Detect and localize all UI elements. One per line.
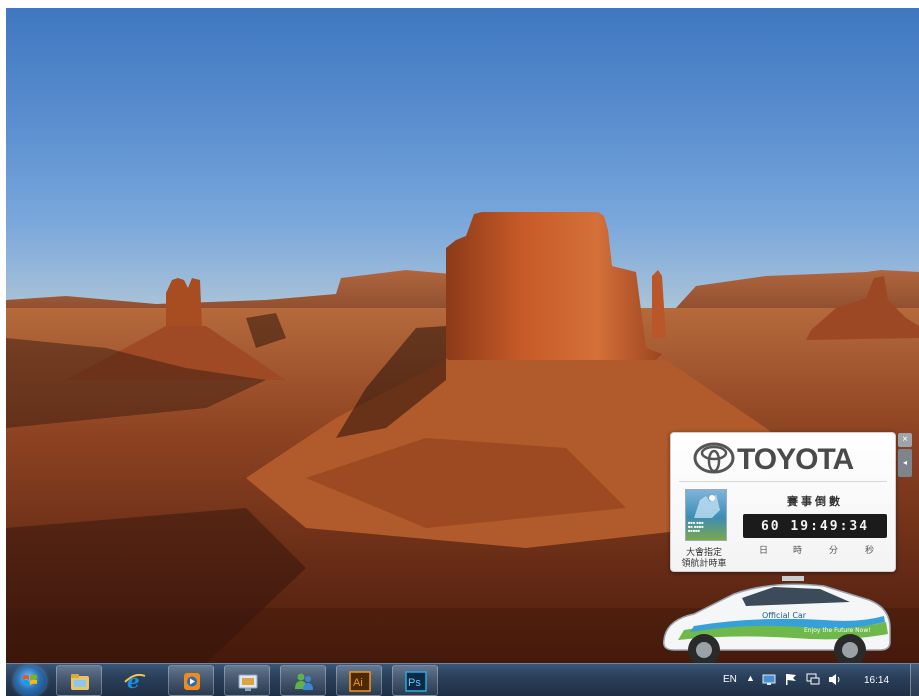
taskbar-illustrator[interactable]: Ai — [336, 665, 382, 696]
marathon-logo-badge: ■■■ ■■■ ■■ ■■■■ ■■■■■ — [685, 489, 727, 541]
countdown-hours-label: 時 — [793, 546, 803, 556]
toyota-countdown-gadget[interactable]: TOYOTA ■■■ ■■■ ■■ ■■■■ ■■■■■ 大會指定 領航計時車 賽事… — [670, 432, 896, 572]
windows-orb-icon — [23, 674, 37, 685]
action-center-flag-icon[interactable] — [784, 673, 798, 686]
illustrator-label: Ai — [353, 677, 363, 689]
network-tray-icon[interactable] — [806, 673, 820, 686]
taskbar-windows-live-messenger[interactable] — [280, 665, 326, 696]
toyota-emblem-icon — [693, 442, 735, 474]
start-button[interactable] — [14, 666, 46, 696]
show-hidden-icons-button[interactable]: ▲ — [746, 673, 755, 683]
show-desktop-button[interactable] — [910, 664, 919, 696]
divider — [679, 481, 887, 482]
countdown-days-label: 日 — [759, 546, 769, 556]
countdown-display: 60 19:49:34 — [743, 514, 887, 538]
taskbar-photoshop[interactable]: Ps — [392, 665, 438, 696]
language-indicator[interactable]: EN — [723, 674, 737, 685]
toyota-brand-text: TOYOTA — [737, 443, 854, 476]
desktop: TOYOTA ■■■ ■■■ ■■ ■■■■ ■■■■■ 大會指定 領航計時車 賽事… — [6, 8, 919, 696]
illustrator-icon: Ai — [349, 671, 371, 692]
sponsor-caption-line-2: 領航計時車 — [681, 559, 727, 569]
gadget-options-button[interactable]: ◂ — [898, 449, 912, 477]
countdown-value: 60 19:49:34 — [760, 518, 870, 534]
internet-explorer-icon: e — [124, 670, 146, 691]
car-decal-text: Official Car — [762, 611, 807, 620]
tray-clock[interactable]: 16:14 — [864, 675, 889, 686]
svg-text:e: e — [127, 670, 140, 691]
marathon-badge-graphic: ■■■ ■■■ ■■ ■■■■ ■■■■■ — [688, 520, 704, 533]
volume-icon[interactable] — [828, 673, 842, 686]
taskbar-media-player[interactable] — [168, 665, 214, 696]
official-car-image: Official Car Enjoy the Future Now! — [662, 576, 891, 666]
photoshop-icon: Ps — [405, 671, 427, 692]
gadget-slideshow-icon — [238, 674, 258, 691]
windows-explorer-icon — [71, 674, 89, 690]
gadget-close-button[interactable]: × — [898, 433, 912, 447]
media-player-icon — [184, 673, 200, 690]
countdown-title: 賽事倒數 — [787, 495, 843, 508]
taskbar-gadget-slideshow[interactable] — [224, 665, 270, 696]
toyota-logo: TOYOTA — [693, 441, 873, 477]
taskbar-internet-explorer[interactable]: e — [112, 665, 158, 696]
car-slogan-text: Enjoy the Future Now! — [804, 627, 871, 634]
countdown-minutes-label: 分 — [829, 546, 839, 556]
countdown-seconds-label: 秒 — [865, 546, 875, 556]
windows-live-messenger-icon — [295, 673, 313, 690]
runner-icon — [694, 494, 720, 518]
taskbar: e Ai Ps EN ▲ 16:14 — [6, 663, 919, 696]
photoshop-label: Ps — [408, 677, 421, 689]
monitor-tray-icon[interactable] — [762, 673, 776, 686]
taskbar-explorer[interactable] — [56, 665, 102, 696]
